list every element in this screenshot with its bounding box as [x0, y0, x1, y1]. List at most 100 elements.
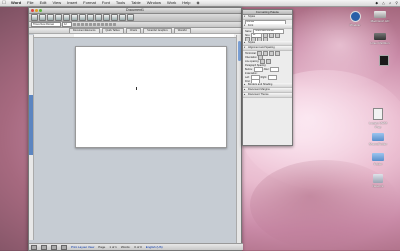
font-color-button[interactable] [113, 23, 116, 26]
align-left-button[interactable] [85, 23, 88, 26]
align-center-icon[interactable] [263, 50, 269, 56]
desktop-icon-label: Macintosh HD [370, 19, 390, 23]
menu-table[interactable]: Table [128, 0, 144, 6]
table-button[interactable] [87, 14, 94, 21]
desktop-icon-folder[interactable]: Folder [366, 153, 390, 166]
network-icon [373, 174, 383, 183]
print-layout-view-button[interactable] [61, 244, 67, 250]
zoom-button[interactable] [119, 14, 126, 21]
ruler-text-area [74, 34, 234, 37]
menu-word[interactable]: Word [8, 0, 24, 6]
tab-smartart[interactable]: SmartArt Graphics [143, 28, 172, 33]
right-indent-field[interactable] [267, 74, 277, 80]
menu-edit[interactable]: Edit [37, 0, 50, 6]
desktop-icon-linux-partition[interactable]: Linux Partition [368, 33, 392, 45]
tab-wordart[interactable]: WordArt [173, 28, 191, 33]
menu-work[interactable]: Work [164, 0, 179, 6]
columns-button[interactable] [95, 14, 102, 21]
horizontal-label: Horizontal: [245, 51, 257, 55]
wifi-icon[interactable]: △ [380, 0, 387, 6]
language-indicator[interactable]: English (US) [146, 245, 163, 249]
double-spacing-button[interactable] [266, 58, 272, 64]
palette-section-font[interactable]: Font [243, 24, 292, 29]
standard-toolbar [29, 14, 241, 22]
app-icon [349, 11, 361, 22]
horizontal-ruler[interactable] [34, 34, 241, 38]
sidebar-button[interactable] [103, 14, 110, 21]
format-painter-button[interactable] [79, 14, 86, 21]
status-bar: Print Layout View Page 1 of 1 Words: 0 o… [29, 243, 243, 250]
menu-format[interactable]: Format [80, 0, 99, 6]
desktop-icon-macintosh-hd[interactable]: Macintosh HD [368, 11, 392, 23]
italic-button[interactable] [77, 23, 80, 26]
align-justify-icon[interactable] [275, 50, 281, 56]
palette-section-styles[interactable]: Styles [243, 15, 292, 20]
desktop-icon-shared-folder[interactable]: SharedFolder [366, 133, 390, 146]
help-button[interactable] [127, 14, 134, 21]
apple-menu-icon[interactable]:  [0, 0, 8, 6]
justify-button[interactable] [97, 23, 100, 26]
vertical-scrollbar[interactable] [236, 35, 241, 244]
desktop-icon-legacy-uwm[interactable]: Legacy UWM Prep [366, 108, 390, 129]
menu-bar:  Word File Edit View Insert Format Font… [0, 0, 400, 7]
underline-button[interactable] [81, 23, 84, 26]
zoom-window-button[interactable] [39, 9, 42, 12]
palette-underline-button[interactable] [275, 32, 281, 38]
menu-tools[interactable]: Tools [113, 0, 128, 6]
draft-view-button[interactable] [31, 244, 37, 250]
desktop-icon-network[interactable]: Network [366, 174, 390, 188]
menu-view[interactable]: View [50, 0, 65, 6]
document-page[interactable] [75, 46, 227, 148]
right-indent-label: Right: [260, 75, 267, 79]
align-right-button[interactable] [93, 23, 96, 26]
desktop-icon-terminal[interactable] [372, 55, 396, 67]
menu-window[interactable]: Window [144, 0, 164, 6]
desktop-icon-pixelcar[interactable]: Pixelcar [343, 11, 367, 27]
palette-section-alignment[interactable]: Alignment and Spacing [243, 46, 292, 51]
toolbox-button[interactable] [111, 14, 118, 21]
folder-icon [372, 153, 384, 161]
close-window-button[interactable] [31, 9, 34, 12]
open-button[interactable] [39, 14, 46, 21]
bluetooth-icon[interactable]: ◆ [373, 0, 380, 6]
after-field[interactable] [270, 66, 280, 72]
vertical-ruler[interactable] [29, 35, 34, 240]
document-icon [373, 108, 383, 120]
words-count: 0 of 0 [134, 245, 142, 249]
menu-help[interactable]: Help [179, 0, 193, 6]
bullets-button[interactable] [105, 23, 108, 26]
line-spacing-label: Line spacing: [245, 59, 260, 63]
window-controls [31, 9, 42, 12]
print-button[interactable] [55, 14, 62, 21]
menu-font[interactable]: Font [99, 0, 113, 6]
redo-button[interactable] [71, 14, 78, 21]
outline-view-button[interactable] [41, 244, 47, 250]
bold-button[interactable] [73, 23, 76, 26]
tab-document-elements[interactable]: Document Elements [69, 28, 100, 33]
tab-quick-tables[interactable]: Quick Tables [101, 28, 124, 33]
script-menu-icon[interactable]: ◈ [193, 0, 202, 6]
words-label: Words: [120, 245, 131, 249]
spotlight-icon[interactable]: ⚲ [393, 0, 400, 6]
desktop-icon-label: Linux Partition [370, 41, 390, 45]
align-right-icon[interactable] [269, 50, 275, 56]
font-name-field[interactable]: Times New Roman [31, 22, 61, 27]
minimize-window-button[interactable] [35, 9, 38, 12]
scrollbar-thumb[interactable] [237, 41, 241, 61]
align-center-button[interactable] [89, 23, 92, 26]
publishing-view-button[interactable] [51, 244, 57, 250]
undo-button[interactable] [63, 14, 70, 21]
palette-italic-button[interactable] [269, 32, 275, 38]
orientation-label: Orientation: [245, 55, 258, 59]
window-titlebar[interactable]: Document1 [29, 8, 241, 14]
font-size-field[interactable]: 12 [62, 22, 72, 27]
palette-section-theme[interactable]: Document Theme [243, 93, 292, 98]
numbering-button[interactable] [101, 23, 104, 26]
tab-charts[interactable]: Charts [125, 28, 142, 33]
save-button[interactable] [47, 14, 54, 21]
volume-icon[interactable]: ♫ [387, 0, 394, 6]
menu-file[interactable]: File [24, 0, 36, 6]
new-document-button[interactable] [31, 14, 38, 21]
highlight-button[interactable] [109, 23, 112, 26]
menu-insert[interactable]: Insert [64, 0, 80, 6]
